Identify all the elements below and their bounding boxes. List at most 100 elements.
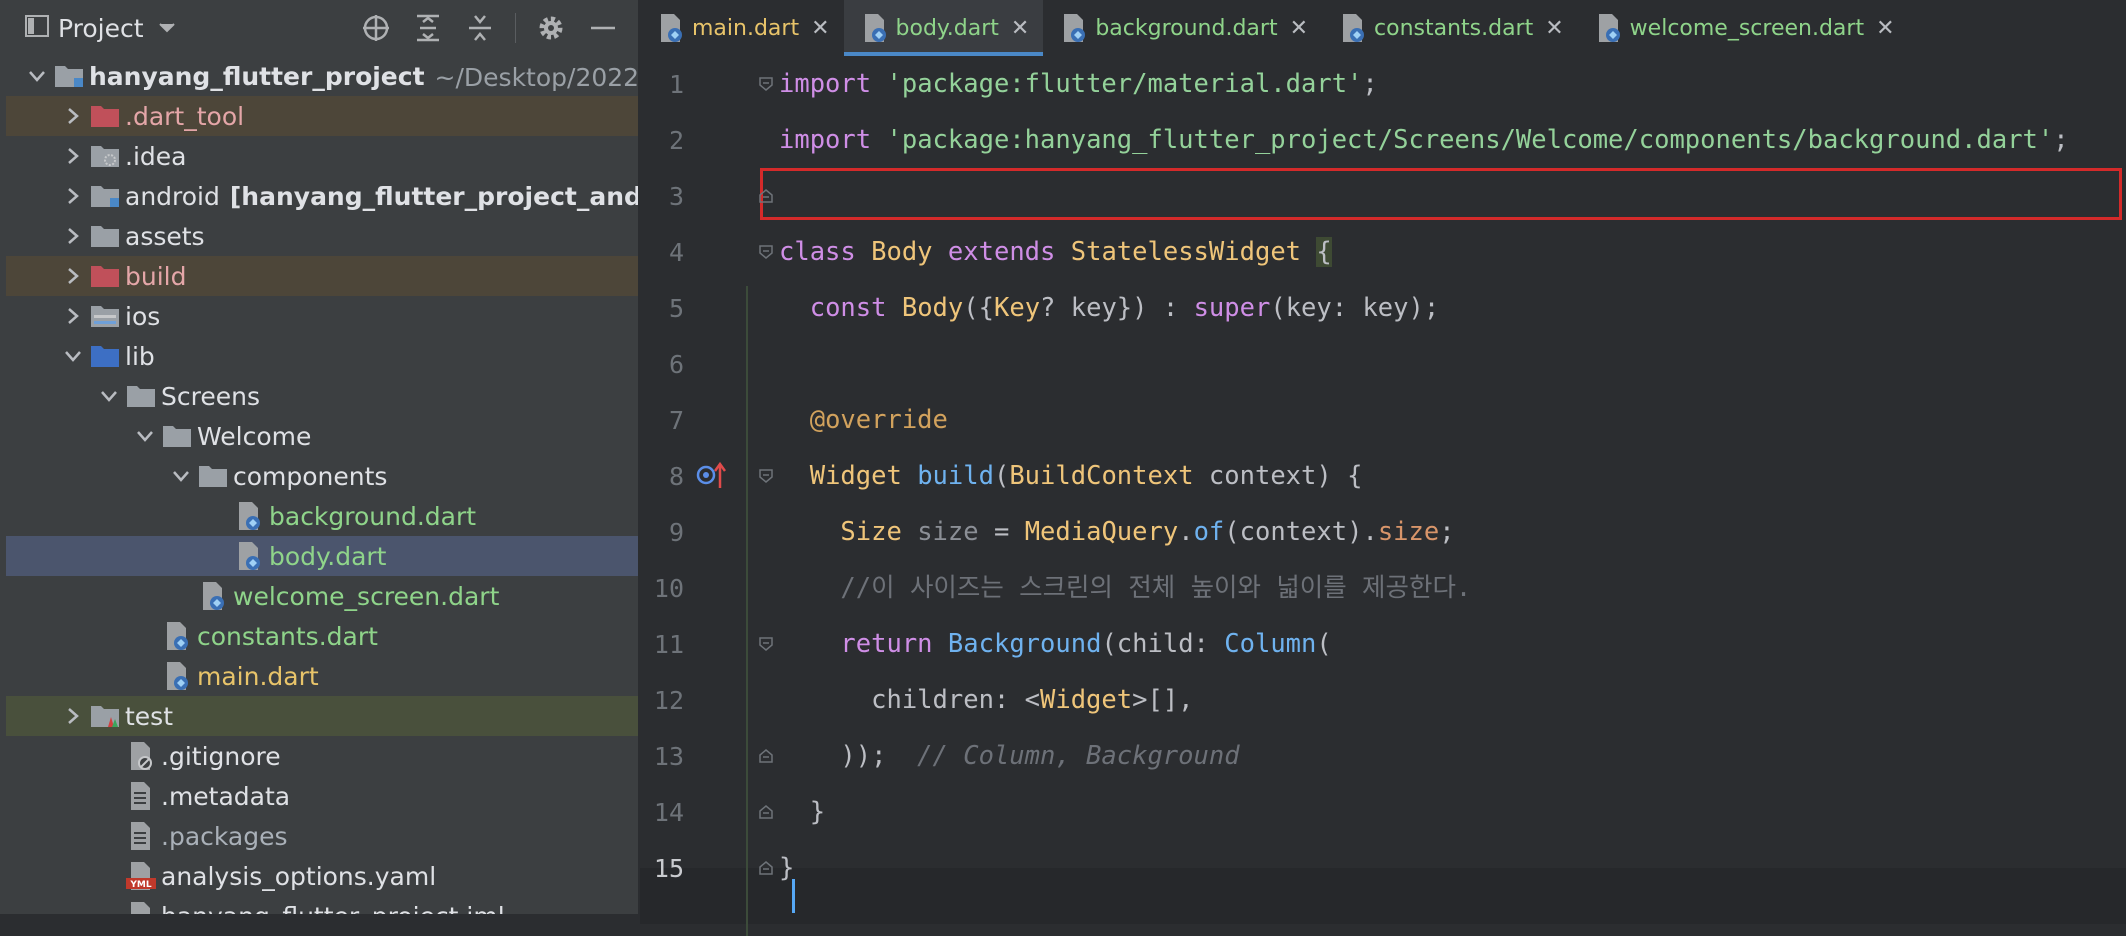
dart-file-icon xyxy=(862,13,888,43)
chevron-right-icon[interactable] xyxy=(60,103,86,129)
tree-item[interactable]: background.dart xyxy=(6,496,638,536)
close-icon[interactable]: ✕ xyxy=(811,16,829,41)
code-token: extends xyxy=(947,237,1056,267)
fold-icon[interactable] xyxy=(758,188,774,204)
close-icon[interactable]: ✕ xyxy=(1876,16,1894,41)
code-token: import xyxy=(779,125,872,155)
fold-icon[interactable] xyxy=(758,804,774,820)
code-token: context) { xyxy=(1193,461,1363,491)
tab-constants[interactable]: constants.dart ✕ xyxy=(1322,0,1578,56)
tree-item[interactable]: .idea xyxy=(6,136,638,176)
fold-icon[interactable] xyxy=(758,76,774,92)
tree-item-label: welcome_screen.dart xyxy=(233,581,500,611)
collapse-all-icon[interactable] xyxy=(463,11,497,45)
tree-item-label: main.dart xyxy=(197,661,319,691)
tree-item[interactable]: .metadata xyxy=(6,776,638,816)
close-icon[interactable]: ✕ xyxy=(1011,16,1029,41)
tree-item[interactable]: assets xyxy=(6,216,638,256)
text-file-icon xyxy=(126,822,156,850)
tree-item[interactable]: Welcome xyxy=(6,416,638,456)
close-icon[interactable]: ✕ xyxy=(1545,16,1563,41)
code-token: build xyxy=(917,461,994,491)
tab-welcome-screen[interactable]: welcome_screen.dart ✕ xyxy=(1578,0,1909,56)
chevron-down-icon[interactable] xyxy=(168,463,194,489)
tree-item[interactable]: body.dart xyxy=(6,536,638,576)
fold-icon[interactable] xyxy=(758,244,774,260)
tree-item[interactable]: test xyxy=(6,696,638,736)
close-icon[interactable]: ✕ xyxy=(1290,16,1308,41)
code-token: import xyxy=(779,69,872,99)
tab-main[interactable]: main.dart ✕ xyxy=(640,0,844,56)
chevron-down-icon[interactable] xyxy=(60,343,86,369)
tree-item[interactable]: components xyxy=(6,456,638,496)
tree-item-label: test xyxy=(125,701,174,731)
tree-item[interactable]: android [hanyang_flutter_project_andr xyxy=(6,176,638,216)
chevron-right-icon[interactable] xyxy=(60,303,86,329)
line-number: 3 xyxy=(668,182,684,211)
code-token: Body xyxy=(901,293,964,323)
crosshair-icon[interactable] xyxy=(359,11,393,45)
tree-item[interactable]: build xyxy=(6,256,638,296)
code-token: BuildContext xyxy=(1009,461,1194,491)
text-cursor xyxy=(792,879,795,913)
fold-icon[interactable] xyxy=(758,748,774,764)
chevron-down-icon[interactable] xyxy=(96,383,122,409)
tab-background[interactable]: background.dart ✕ xyxy=(1043,0,1322,56)
chevron-right-icon[interactable] xyxy=(60,183,86,209)
code-token: { xyxy=(1316,237,1332,267)
project-view-selector[interactable]: Project xyxy=(24,13,176,43)
code-token: (child: xyxy=(1101,629,1225,659)
tree-item[interactable]: welcome_screen.dart xyxy=(6,576,638,616)
tree-item[interactable]: .dart_tool xyxy=(6,96,638,136)
code-area[interactable]: import 'package:flutter/material.dart'; i… xyxy=(640,56,2126,936)
tree-item[interactable]: hanyang_flutter_project ~/Desktop/2022년 xyxy=(6,56,638,96)
tree-item-label: Screens xyxy=(161,381,260,411)
chevron-right-icon[interactable] xyxy=(60,223,86,249)
expand-all-icon[interactable] xyxy=(411,11,445,45)
code-line: Size size = MediaQuery.of(context).size; xyxy=(779,504,1454,560)
excluded-folder-icon xyxy=(90,262,120,290)
yaml-file-icon: YML xyxy=(126,862,156,890)
line-number-gutter: 1 2 3 4 5 6 7 8 9 10 11 12 13 14 15 xyxy=(640,56,738,914)
gear-icon[interactable] xyxy=(534,11,568,45)
tab-label: welcome_screen.dart xyxy=(1629,15,1865,41)
chevron-down-icon[interactable] xyxy=(132,423,158,449)
code-token: const xyxy=(809,293,887,323)
chevron-down-icon[interactable] xyxy=(24,63,50,89)
tree-item-label: lib xyxy=(125,341,155,371)
chevron-right-icon[interactable] xyxy=(60,263,86,289)
line-number: 12 xyxy=(653,686,684,715)
chevron-right-icon[interactable] xyxy=(60,143,86,169)
fold-icon[interactable] xyxy=(758,636,774,652)
tree-item[interactable]: lib xyxy=(6,336,638,376)
highlight-box xyxy=(760,168,2122,220)
tree-item[interactable]: YML analysis_options.yaml xyxy=(6,856,638,896)
tree-item[interactable]: .packages xyxy=(6,816,638,856)
code-line: const Body({Key? key}) : super(key: key)… xyxy=(779,280,1440,336)
code-token: 'package:hanyang_flutter_project/Screens… xyxy=(886,125,2054,155)
line-number: 8 xyxy=(668,462,684,491)
tree-item[interactable]: hanyang_flutter_project.iml xyxy=(6,896,638,914)
fold-icon[interactable] xyxy=(758,860,774,876)
tree-item-label: hanyang_flutter_project xyxy=(89,61,425,91)
minimize-icon[interactable] xyxy=(586,11,620,45)
code-token: (key: key); xyxy=(1270,293,1440,323)
code-token: >[], xyxy=(1132,685,1194,715)
tree-item-label: hanyang_flutter_project.iml xyxy=(161,902,505,915)
tree-item-extra: ~/Desktop/2022년 xyxy=(434,63,638,92)
tab-label: body.dart xyxy=(895,15,999,41)
tree-item[interactable]: ios xyxy=(6,296,638,336)
tree-item[interactable]: .gitignore xyxy=(6,736,638,776)
tree-item[interactable]: main.dart xyxy=(6,656,638,696)
chevron-right-icon[interactable] xyxy=(60,703,86,729)
tree-item-label: assets xyxy=(125,221,205,251)
code-token: super xyxy=(1193,293,1271,323)
fold-icon[interactable] xyxy=(758,468,774,484)
tree-item[interactable]: constants.dart xyxy=(6,616,638,656)
tab-body[interactable]: body.dart ✕ xyxy=(843,0,1044,56)
line-number: 15 xyxy=(653,854,684,883)
tree-item[interactable]: Screens xyxy=(6,376,638,416)
line-number: 4 xyxy=(668,238,684,267)
